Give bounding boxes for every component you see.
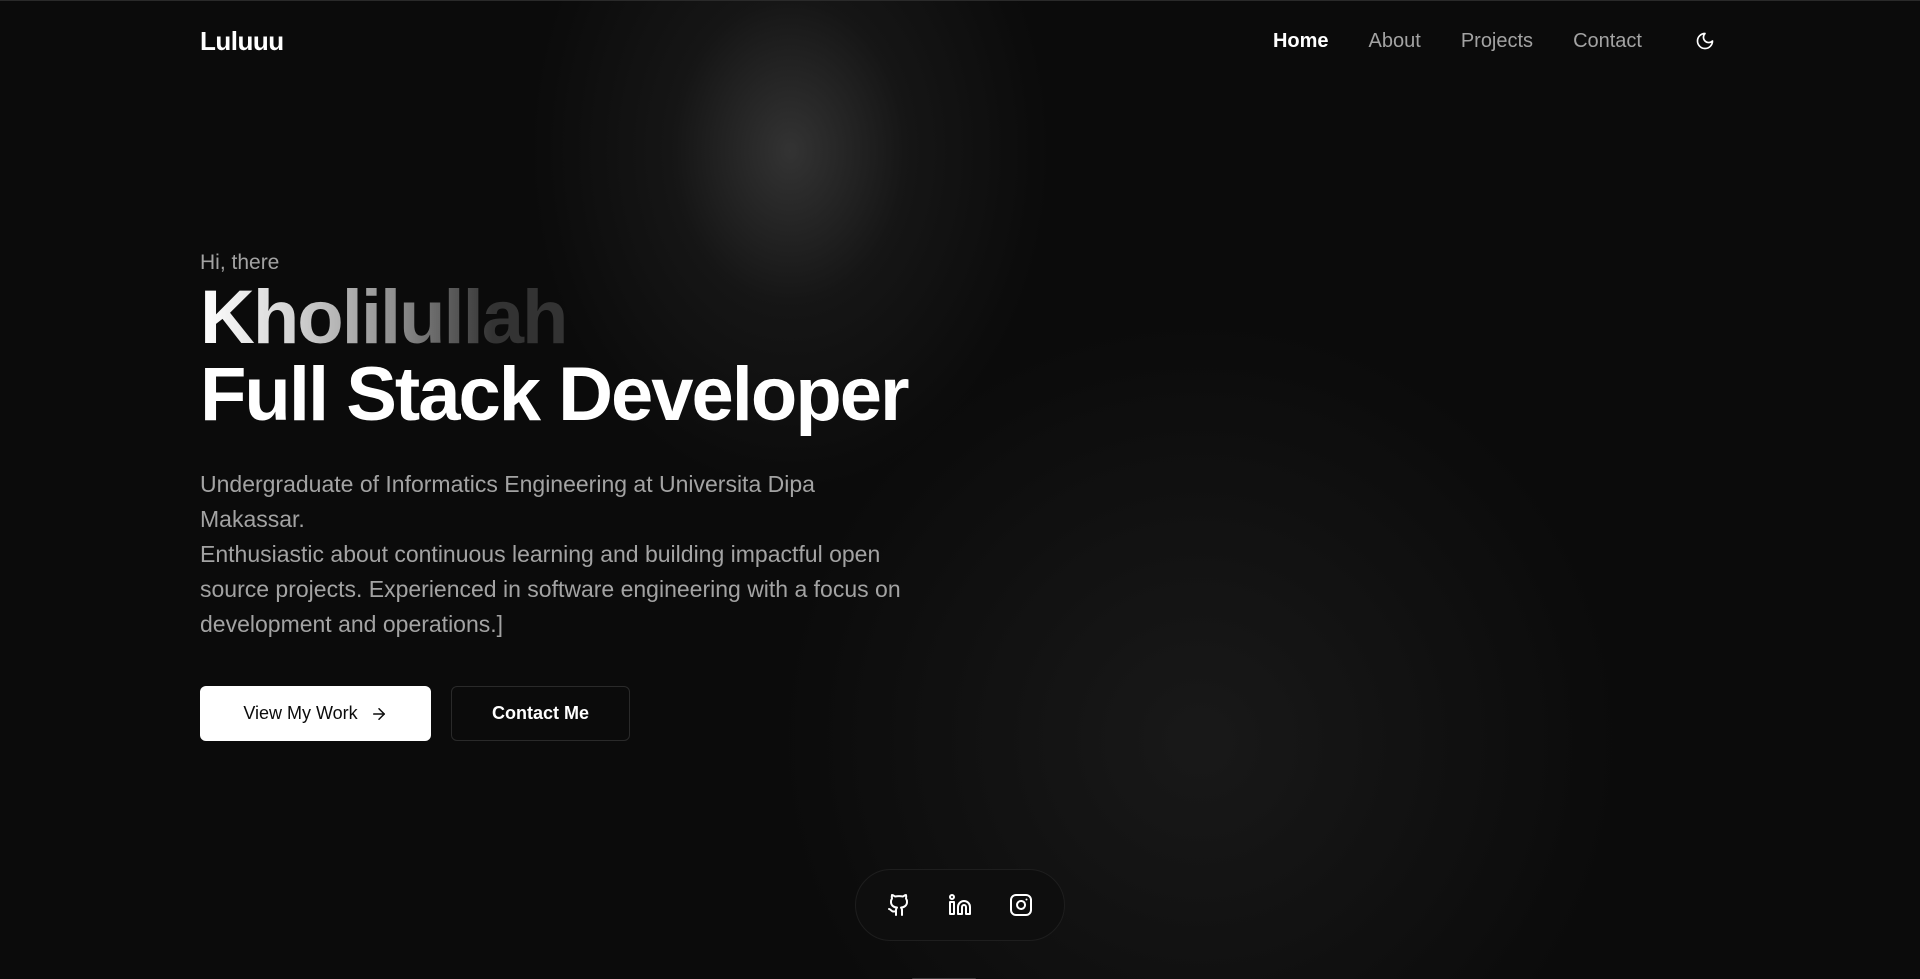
- view-my-work-label: View My Work: [243, 703, 358, 723]
- site-logo[interactable]: Luluuu: [200, 26, 284, 57]
- arrow-right-icon: [370, 705, 388, 723]
- navbar: Luluuu Home About Projects Contact: [200, 1, 1720, 81]
- instagram-icon: [1010, 894, 1033, 916]
- linkedin-icon: [948, 894, 971, 915]
- page: Luluuu Home About Projects Contact Hi, t…: [0, 0, 1920, 979]
- view-my-work-button[interactable]: View My Work: [200, 686, 431, 741]
- github-link[interactable]: [879, 885, 919, 925]
- nav-link-home[interactable]: Home: [1273, 30, 1329, 53]
- nav-link-about[interactable]: About: [1369, 30, 1421, 53]
- hero-greeting: Hi, there: [200, 251, 280, 274]
- nav-menu: Home About Projects Contact: [1233, 26, 1720, 56]
- nav-link-projects[interactable]: Projects: [1461, 30, 1533, 53]
- linkedin-link[interactable]: [940, 885, 980, 925]
- moon-icon: [1696, 32, 1714, 50]
- hero-description: Undergraduate of Informatics Engineering…: [200, 467, 920, 642]
- nav-link-contact[interactable]: Contact: [1573, 30, 1642, 53]
- hero-buttons: View My Work Contact Me: [200, 686, 960, 741]
- hero-section: Hi, there Kholilullah Full Stack Develop…: [200, 251, 960, 741]
- hero-description-line-2: Enthusiastic about continuous learning a…: [200, 541, 901, 637]
- github-icon: [887, 894, 908, 916]
- contact-me-button[interactable]: Contact Me: [451, 686, 630, 741]
- hero-description-line-1: Undergraduate of Informatics Engineering…: [200, 471, 815, 532]
- social-links-bar: [855, 869, 1065, 941]
- hero-name: Kholilullah: [200, 275, 568, 360]
- instagram-link[interactable]: [1001, 885, 1041, 925]
- theme-toggle-button[interactable]: [1690, 26, 1720, 56]
- hero-role: Full Stack Developer: [200, 352, 910, 437]
